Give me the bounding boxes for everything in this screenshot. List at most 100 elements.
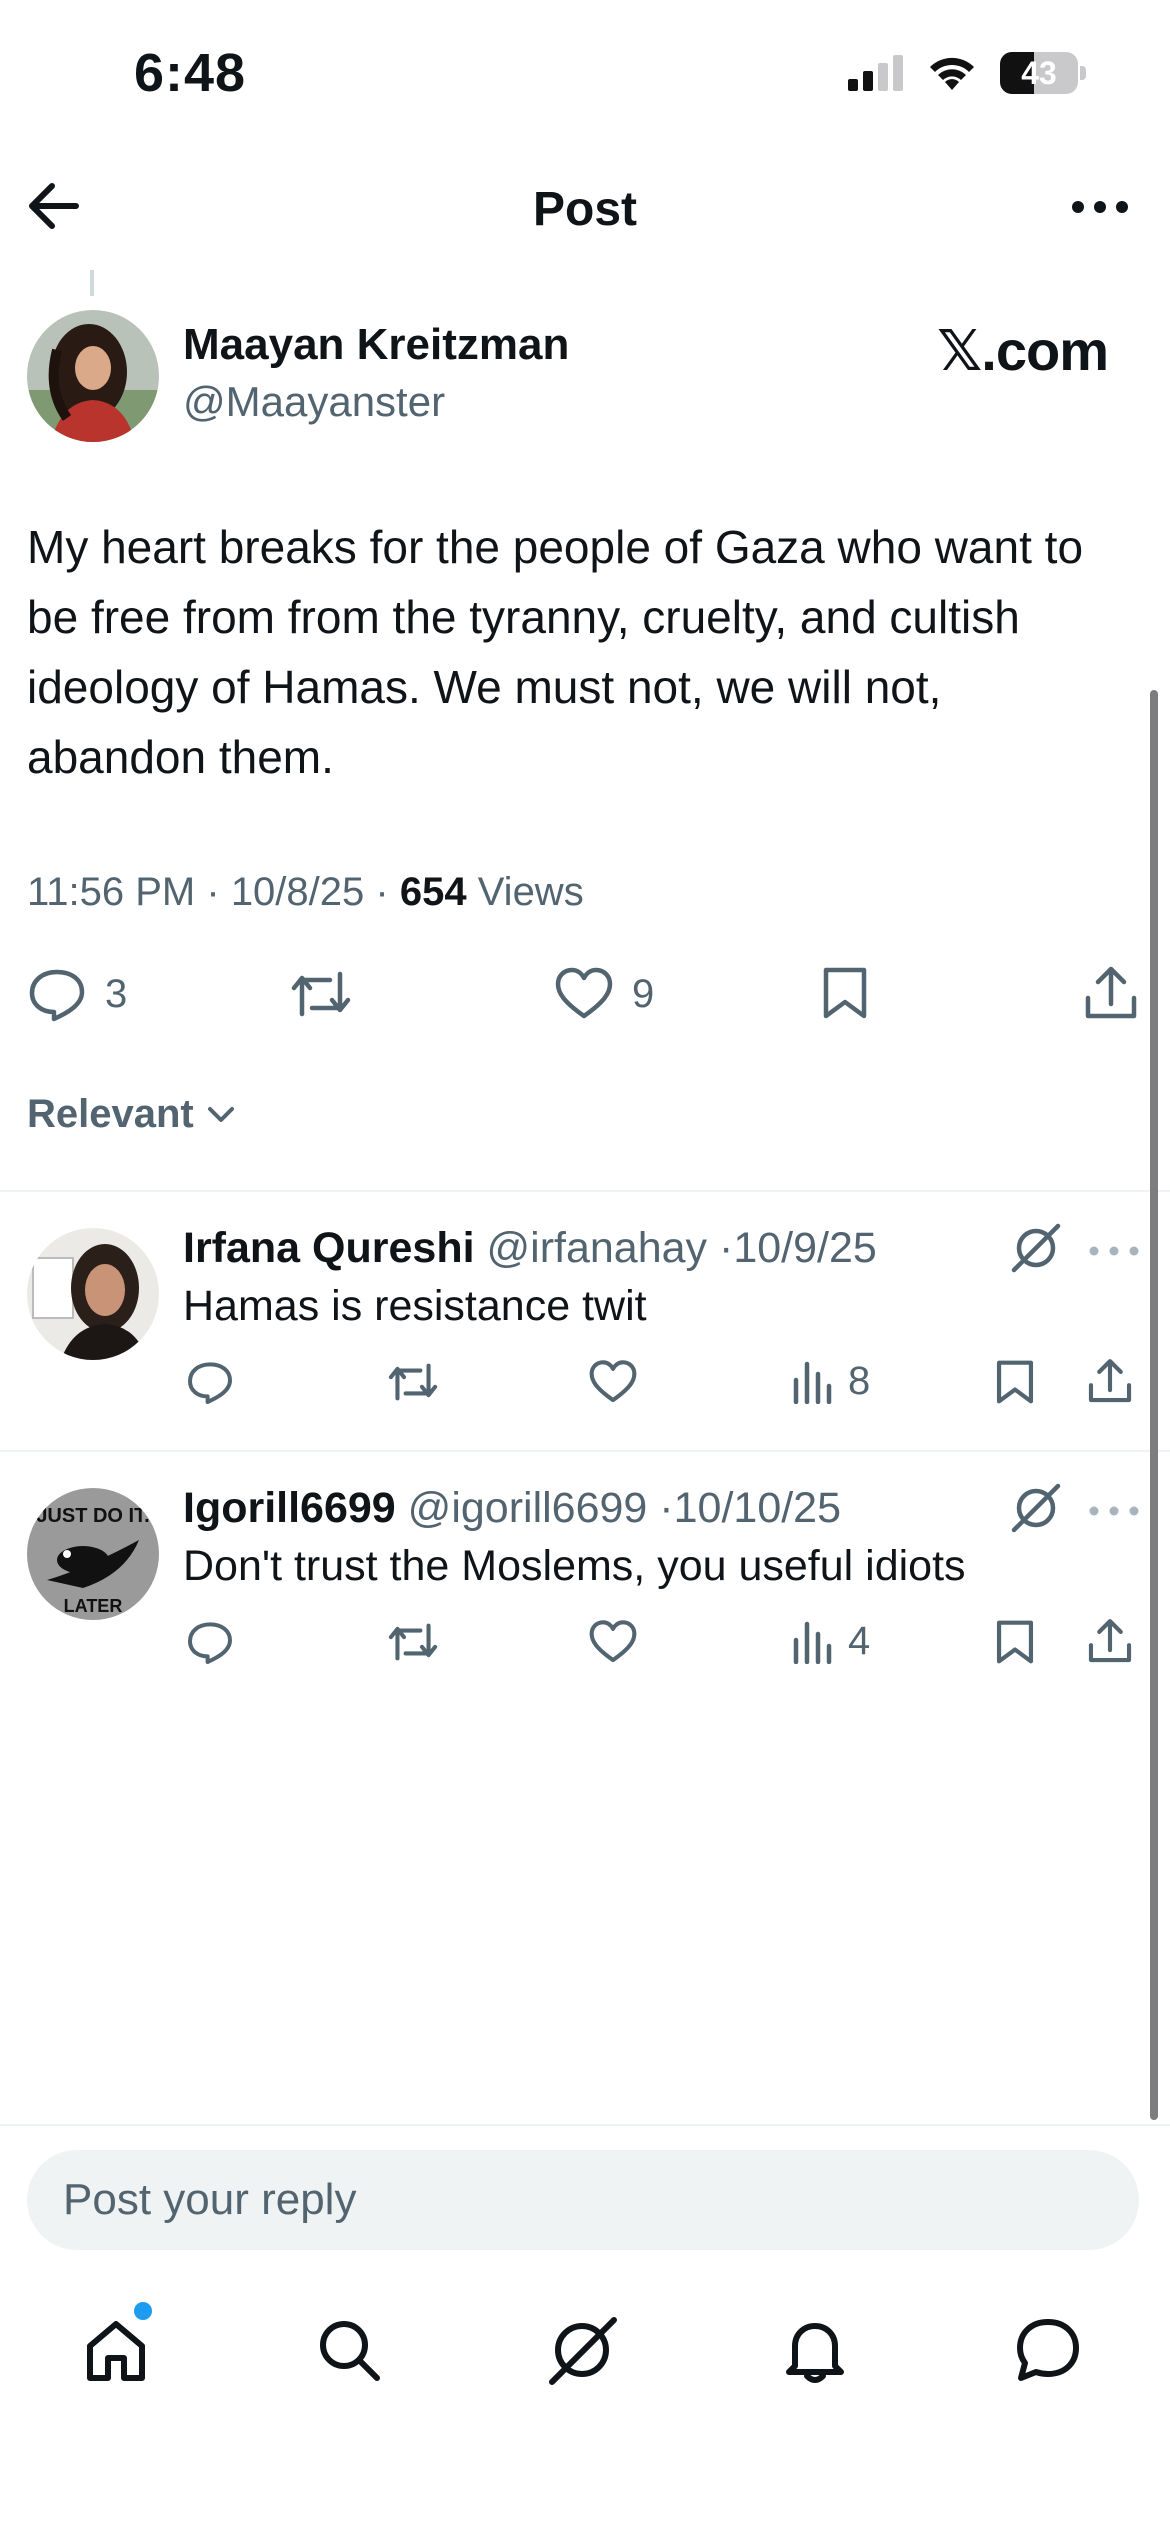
- tab-search[interactable]: [309, 2310, 389, 2390]
- reply-author-handle[interactable]: @irfanahay: [486, 1224, 707, 1272]
- reply-avatar[interactable]: [27, 1228, 159, 1360]
- thread-connector: [90, 270, 94, 296]
- avatar-text-bottom: LATER: [64, 1596, 123, 1616]
- reply-author-name[interactable]: Igorill6699: [183, 1484, 396, 1532]
- reply-actions: 8: [0, 1355, 1170, 1425]
- more-options-button[interactable]: [1070, 182, 1140, 232]
- more-horizontal-icon: [1089, 1246, 1139, 1256]
- notifications-icon: [786, 2323, 844, 2383]
- post-time: 11:56 PM: [27, 870, 196, 914]
- share-button[interactable]: [1082, 964, 1140, 1022]
- reply-more-button[interactable]: [1088, 1496, 1140, 1526]
- post-meta: 11:56 PM · 10/8/25 · 654 Views: [27, 870, 584, 914]
- like-button[interactable]: 9: [554, 966, 654, 1022]
- wifi-icon: [930, 57, 974, 90]
- like-button[interactable]: [588, 1359, 638, 1405]
- reply-views-count: 8: [848, 1359, 871, 1403]
- bookmark-button[interactable]: [994, 1617, 1036, 1667]
- post-views-label[interactable]: Views: [478, 870, 584, 914]
- views-button[interactable]: 4: [792, 1619, 870, 1664]
- repost-button[interactable]: [386, 1619, 440, 1665]
- repost-icon: [388, 1623, 438, 1661]
- reply-date: 10/10/25: [673, 1484, 842, 1532]
- like-count: 9: [632, 971, 655, 1016]
- grok-icon: [549, 2317, 617, 2385]
- status-icons: 43: [848, 52, 1086, 94]
- bookmark-button[interactable]: [994, 1357, 1036, 1407]
- analytics-icon: [793, 1621, 832, 1664]
- divider: [0, 1450, 1170, 1452]
- reply-grok-button[interactable]: [1010, 1222, 1062, 1274]
- author-name[interactable]: Maayan Kreitzman: [183, 320, 569, 370]
- tab-notifications[interactable]: [775, 2310, 855, 2390]
- like-button[interactable]: [588, 1619, 638, 1665]
- home-notification-badge: [134, 2302, 152, 2320]
- grok-icon: [1011, 1223, 1061, 1273]
- tab-messages[interactable]: [1008, 2310, 1088, 2390]
- bookmark-icon: [996, 1620, 1034, 1664]
- page-title: Post: [532, 183, 637, 236]
- heart-icon: [555, 967, 613, 1019]
- reply-icon: [188, 1622, 232, 1664]
- reply-author-handle[interactable]: @igorill6699: [408, 1484, 648, 1532]
- share-icon: [1085, 966, 1137, 1019]
- divider: [0, 1190, 1170, 1192]
- repost-icon: [388, 1363, 438, 1401]
- repost-button[interactable]: [386, 1359, 440, 1405]
- messages-icon: [1017, 2319, 1079, 2381]
- share-icon: [1088, 1359, 1132, 1403]
- reply-more-button[interactable]: [1088, 1236, 1140, 1266]
- reply-icon: [188, 1362, 232, 1404]
- header: Post: [0, 160, 1170, 250]
- post-date: 10/8/25: [230, 870, 365, 914]
- reply-icon: [29, 969, 85, 1022]
- bookmark-button[interactable]: [820, 964, 870, 1022]
- reply-avatar[interactable]: JUST DO IT. LATER: [27, 1488, 159, 1620]
- reply-button[interactable]: 3: [27, 966, 127, 1022]
- search-icon: [320, 2321, 380, 2381]
- author-handle[interactable]: @Maayanster: [183, 378, 445, 426]
- cellular-signal-icon: [848, 55, 903, 91]
- share-button[interactable]: [1086, 1357, 1134, 1405]
- reply-input[interactable]: [27, 2150, 1139, 2250]
- status-time: 6:48: [134, 43, 247, 103]
- composer-divider: [0, 2124, 1170, 2126]
- xcom-watermark: 𝕏.com: [937, 319, 1109, 382]
- reply-button[interactable]: [186, 1619, 234, 1665]
- reply-header: Igorill6699 @igorill6699 ·10/10/25: [183, 1484, 842, 1532]
- share-icon: [1088, 1619, 1132, 1663]
- tab-home[interactable]: [76, 2310, 156, 2390]
- home-icon: [87, 2321, 145, 2381]
- scrollbar[interactable]: [1150, 690, 1158, 2120]
- share-button[interactable]: [1086, 1617, 1134, 1665]
- repost-icon: [291, 971, 351, 1017]
- author-avatar[interactable]: [27, 310, 159, 442]
- sort-dropdown[interactable]: Relevant: [27, 1092, 236, 1137]
- analytics-icon: [793, 1361, 832, 1404]
- reply-button[interactable]: [186, 1359, 234, 1405]
- avatar-text-top: JUST DO IT.: [36, 1505, 149, 1527]
- post-actions: 3 9: [0, 962, 1170, 1032]
- reply-actions: 4: [0, 1615, 1170, 1685]
- post-views-count: 654: [399, 870, 467, 914]
- bookmark-icon: [823, 967, 867, 1019]
- post-text: My heart breaks for the people of Gaza w…: [27, 521, 1084, 783]
- reply-views-count: 4: [848, 1619, 871, 1663]
- sort-label: Relevant: [27, 1092, 194, 1136]
- bookmark-icon: [996, 1360, 1034, 1404]
- reply-author-name[interactable]: Irfana Qureshi: [183, 1224, 475, 1272]
- reply-header: Irfana Qureshi @irfanahay ·10/9/25: [183, 1224, 877, 1272]
- reply-date: 10/9/25: [733, 1224, 877, 1272]
- reply-grok-button[interactable]: [1010, 1482, 1062, 1534]
- tab-bar: [0, 2290, 1170, 2410]
- views-button[interactable]: 8: [792, 1359, 870, 1404]
- repost-button[interactable]: [288, 966, 354, 1022]
- grok-icon: [1011, 1483, 1061, 1533]
- reply-text: Hamas is resistance twit: [183, 1282, 647, 1330]
- status-bar: 6:48 43: [0, 0, 1170, 150]
- battery-icon: 43: [1000, 52, 1086, 94]
- more-horizontal-icon: [1089, 1506, 1139, 1516]
- tab-grok[interactable]: [542, 2310, 622, 2390]
- heart-icon: [589, 1620, 637, 1663]
- more-horizontal-icon: [1072, 201, 1128, 213]
